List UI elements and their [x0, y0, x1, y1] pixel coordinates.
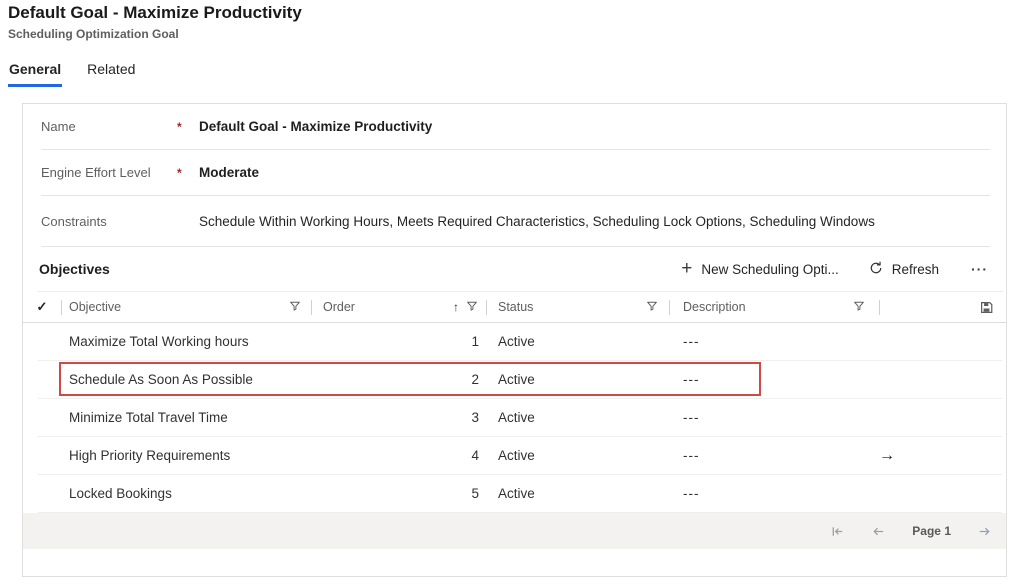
tab-general[interactable]: General — [8, 61, 62, 87]
scheduling-goal-page: Default Goal - Maximize Productivity Sch… — [0, 0, 1024, 586]
row-actions-cell — [879, 323, 897, 360]
column-divider — [61, 300, 62, 315]
required-asterisk: * — [177, 166, 199, 180]
more-commands-button[interactable]: ··· — [969, 261, 990, 277]
add-icon: + — [681, 262, 692, 276]
column-divider — [669, 300, 670, 315]
save-layout-icon[interactable] — [980, 301, 993, 314]
column-divider — [879, 300, 880, 315]
description-cell: --- — [669, 437, 879, 474]
status-cell: Active — [486, 323, 669, 360]
filter-icon[interactable] — [853, 300, 865, 315]
engine-effort-value[interactable]: Moderate — [199, 165, 259, 180]
status-cell: Active — [486, 437, 669, 474]
column-divider — [486, 300, 487, 315]
form-tabs: General Related — [8, 61, 136, 87]
row-select-cell[interactable] — [23, 475, 61, 512]
description-cell: --- — [669, 475, 879, 512]
column-label: Status — [498, 300, 533, 314]
tab-related[interactable]: Related — [86, 61, 136, 87]
refresh-button-label: Refresh — [892, 262, 939, 277]
order-cell: 1 — [311, 323, 486, 360]
objective-cell: Minimize Total Travel Time — [61, 399, 311, 436]
description-cell: --- — [669, 399, 879, 436]
status-cell: Active — [486, 399, 669, 436]
field-row-constraints: Constraints Schedule Within Working Hour… — [23, 196, 1006, 246]
refresh-button[interactable]: Refresh — [869, 261, 939, 278]
grid-footer: Page 1 — [23, 513, 1006, 549]
description-cell: --- — [669, 361, 879, 398]
field-row-engine-effort: Engine Effort Level * Moderate — [23, 150, 1006, 195]
pagination: Page 1 — [830, 524, 1006, 539]
open-record-arrow-icon[interactable]: → — [879, 447, 895, 465]
column-label: Description — [683, 300, 746, 314]
new-button-label: New Scheduling Opti... — [701, 262, 838, 277]
objectives-grid-header: ✓ Objective Order ↑ — [23, 292, 1006, 323]
column-header-status[interactable]: Status — [486, 292, 669, 322]
page-title: Default Goal - Maximize Productivity — [8, 3, 302, 23]
objective-cell: Maximize Total Working hours — [61, 323, 311, 360]
objective-cell: Schedule As Soon As Possible — [61, 361, 311, 398]
row-actions-cell: → — [879, 437, 913, 474]
previous-page-button[interactable] — [871, 524, 886, 539]
table-row[interactable]: High Priority Requirements 4 Active --- … — [23, 437, 1006, 474]
field-row-name: Name * Default Goal - Maximize Productiv… — [23, 104, 1006, 149]
row-actions-cell — [879, 361, 897, 398]
objectives-toolbar: + New Scheduling Opti... Refresh ··· — [681, 261, 990, 278]
engine-effort-label: Engine Effort Level — [41, 165, 177, 180]
name-value[interactable]: Default Goal - Maximize Productivity — [199, 119, 432, 134]
row-select-cell[interactable] — [23, 361, 61, 398]
next-page-button[interactable] — [977, 524, 992, 539]
name-label: Name — [41, 119, 177, 134]
objectives-section-header: Objectives + New Scheduling Opti... Refr… — [23, 247, 1006, 291]
new-scheduling-objective-button[interactable]: + New Scheduling Opti... — [681, 262, 838, 277]
order-cell: 5 — [311, 475, 486, 512]
constraints-label: Constraints — [41, 214, 177, 229]
status-cell: Active — [486, 475, 669, 512]
table-row[interactable]: Maximize Total Working hours 1 Active --… — [23, 323, 1006, 360]
select-all-column[interactable]: ✓ — [23, 292, 61, 322]
status-cell: Active — [486, 361, 669, 398]
sort-ascending-icon: ↑ — [453, 300, 459, 314]
table-row[interactable]: Minimize Total Travel Time 3 Active --- — [23, 399, 1006, 436]
page-number-label: Page 1 — [912, 524, 951, 538]
column-header-actions — [879, 292, 1006, 322]
required-asterisk: * — [177, 120, 199, 134]
table-row[interactable]: Locked Bookings 5 Active --- — [23, 475, 1006, 512]
form-card: Name * Default Goal - Maximize Productiv… — [22, 103, 1007, 577]
column-header-objective[interactable]: Objective — [61, 292, 311, 322]
table-row[interactable]: Schedule As Soon As Possible 2 Active --… — [23, 361, 1006, 398]
order-cell: 3 — [311, 399, 486, 436]
page-subtitle: Scheduling Optimization Goal — [8, 27, 179, 41]
filter-icon[interactable] — [289, 300, 301, 315]
row-select-cell[interactable] — [23, 437, 61, 474]
row-select-cell[interactable] — [23, 323, 61, 360]
row-actions-cell — [879, 475, 897, 512]
row-select-cell[interactable] — [23, 399, 61, 436]
order-cell: 2 — [311, 361, 486, 398]
objective-cell: Locked Bookings — [61, 475, 311, 512]
objective-cell: High Priority Requirements — [61, 437, 311, 474]
order-cell: 4 — [311, 437, 486, 474]
column-divider — [311, 300, 312, 315]
filter-icon[interactable] — [646, 300, 658, 315]
description-cell: --- — [669, 323, 879, 360]
filter-icon[interactable] — [466, 300, 478, 315]
objectives-section-title: Objectives — [39, 261, 110, 277]
checkmark-icon: ✓ — [37, 299, 48, 315]
column-label: Objective — [69, 300, 121, 314]
constraints-value[interactable]: Schedule Within Working Hours, Meets Req… — [199, 214, 875, 229]
column-header-order[interactable]: Order ↑ — [311, 292, 486, 322]
row-actions-cell — [879, 399, 897, 436]
column-header-description[interactable]: Description — [669, 292, 879, 322]
refresh-icon — [869, 261, 883, 278]
column-label: Order — [323, 300, 355, 314]
first-page-button[interactable] — [830, 524, 845, 539]
